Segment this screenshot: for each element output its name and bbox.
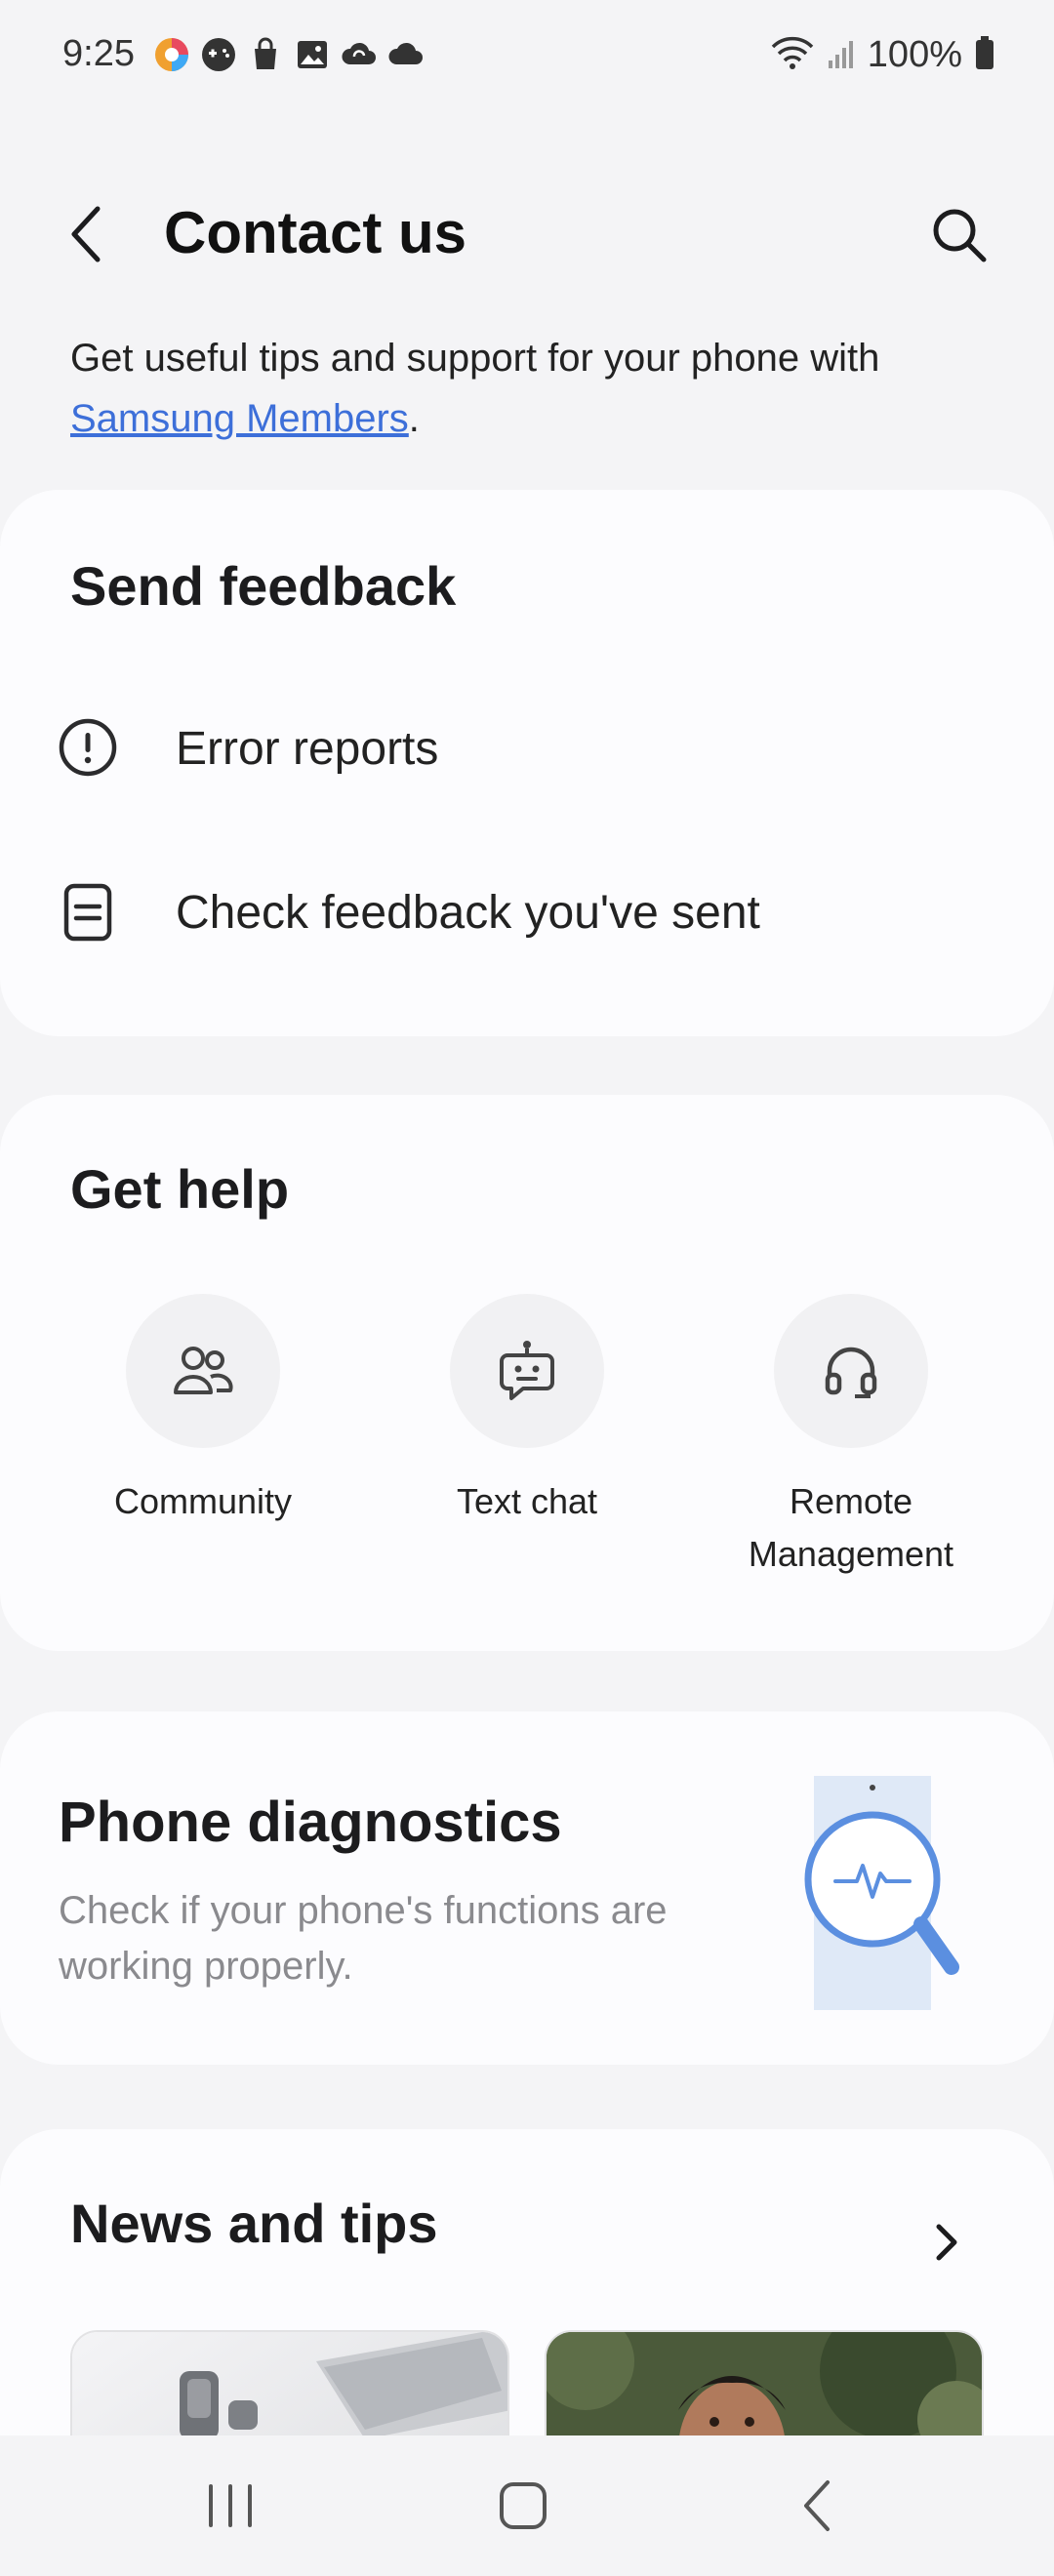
- recent-apps-button[interactable]: [191, 2475, 269, 2537]
- community-button[interactable]: Community: [57, 1294, 349, 1528]
- text-chat-button[interactable]: Text chat: [381, 1294, 673, 1528]
- intro-suffix: .: [408, 397, 420, 440]
- signal-icon: [827, 33, 856, 77]
- samsung-members-link[interactable]: Samsung Members: [70, 397, 409, 440]
- people-icon: [174, 1347, 233, 1394]
- chevron-right-icon[interactable]: [927, 2213, 966, 2272]
- remote-management-icon-circle: [774, 1294, 928, 1448]
- news-title: News and tips: [70, 2193, 438, 2254]
- battery-percentage: 100%: [867, 34, 962, 75]
- contact-us-screen: 9:25 100% Contact us Get useful tips and…: [0, 0, 1054, 2576]
- notification-icons: [152, 35, 426, 74]
- system-navigation-bar: [0, 2435, 1054, 2576]
- intro-sentence: Get useful tips and support for your pho…: [70, 337, 880, 380]
- home-icon: [500, 2482, 547, 2529]
- cloud-sync-icon: [340, 35, 379, 74]
- error-reports-label: Error reports: [176, 723, 439, 775]
- search-icon: [933, 209, 987, 262]
- battery-icon: [974, 33, 995, 77]
- remote-management-label: Remote Management: [748, 1481, 954, 1574]
- get-help-card: Get help Community Text chat Remote Mana…: [0, 1095, 1054, 1651]
- headset-icon: [825, 1347, 877, 1398]
- get-help-title: Get help: [70, 1158, 290, 1220]
- document-icon: [63, 883, 112, 942]
- intro-text: Get useful tips and support for your pho…: [70, 328, 988, 449]
- check-feedback-item[interactable]: Check feedback you've sent: [0, 849, 1054, 976]
- text-chat-label: Text chat: [456, 1481, 598, 1521]
- app-logo-icon: [152, 35, 191, 74]
- cloud-icon: [386, 35, 426, 74]
- app-header: Contact us: [0, 176, 1054, 293]
- community-icon-circle: [126, 1294, 280, 1448]
- phone-diagnostics-card[interactable]: Phone diagnostics Check if your phone's …: [0, 1711, 1054, 2065]
- status-bar: 9:25 100%: [0, 0, 1054, 112]
- system-back-button[interactable]: [781, 2475, 859, 2537]
- back-button[interactable]: [61, 203, 119, 265]
- community-label: Community: [113, 1481, 293, 1521]
- chat-bot-icon: [500, 1341, 554, 1400]
- check-feedback-label: Check feedback you've sent: [176, 887, 760, 939]
- search-button[interactable]: [929, 205, 990, 265]
- remote-management-button[interactable]: Remote Management: [705, 1294, 997, 1581]
- chevron-left-icon: [71, 206, 101, 262]
- error-reports-item[interactable]: Error reports: [0, 685, 1054, 812]
- phone-magnifier-icon: [804, 1776, 959, 2010]
- diagnostics-title: Phone diagnostics: [59, 1791, 562, 1854]
- gamepad-icon: [199, 35, 238, 74]
- recent-apps-icon: [209, 2484, 252, 2527]
- send-feedback-card: Send feedback Error reports Check feedba…: [0, 490, 1054, 1036]
- alert-circle-icon: [59, 718, 117, 777]
- shopping-bag-icon: [246, 35, 285, 74]
- wifi-icon: [770, 33, 815, 77]
- system-status-icons: 100%: [770, 33, 995, 77]
- status-time: 9:25: [62, 33, 135, 74]
- home-button[interactable]: [484, 2475, 562, 2537]
- page-title: Contact us: [164, 200, 467, 265]
- image-icon: [293, 35, 332, 74]
- back-arrow-icon: [804, 2480, 830, 2531]
- diagnostics-description: Check if your phone's functions are work…: [59, 1889, 668, 1988]
- text-chat-icon-circle: [450, 1294, 604, 1448]
- send-feedback-title: Send feedback: [70, 555, 457, 617]
